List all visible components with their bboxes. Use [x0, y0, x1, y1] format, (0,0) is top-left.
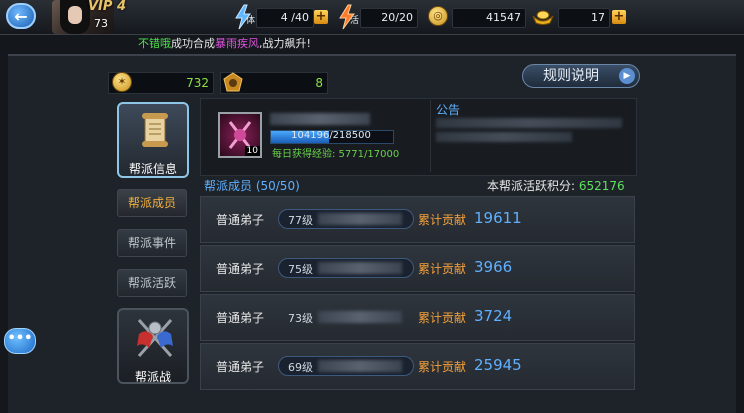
member-level: 69级 [288, 361, 313, 374]
sidebar-members[interactable]: 帮派成员 [117, 189, 187, 217]
member-contrib-value: 3966 [474, 258, 513, 276]
vitality-value: 20/20 [381, 11, 413, 24]
member-contrib-label: 累计贡献 [418, 262, 467, 276]
vip-badge: VIP 4 [88, 0, 126, 14]
guild-exp-text: 104196/218500 [291, 130, 371, 141]
ticker-text: 成功合成 [171, 37, 215, 50]
stamina-box: 4 /40 [256, 8, 314, 28]
member-contrib-label: 累计贡献 [418, 360, 467, 374]
gold-plus-button[interactable]: + [612, 10, 626, 24]
gold-value: 17 [591, 11, 605, 24]
play-arrow-icon: ▶ [619, 68, 635, 84]
scroll-icon [142, 113, 168, 147]
member-level: 77级 [288, 214, 313, 227]
back-arrow-icon[interactable]: ← [6, 3, 36, 29]
player-level: 73 [94, 17, 108, 30]
member-contrib-label: 累计贡献 [418, 213, 467, 227]
member-role: 普通弟子 [216, 262, 265, 276]
rules-label: 规则说明 [543, 68, 599, 84]
guild-activity-score: 本帮派活跃积分: 652176 [487, 177, 625, 194]
sidebar-guild-info-label: 帮派信息 [128, 162, 177, 176]
stamina-plus-button[interactable]: + [314, 10, 328, 24]
gold-box: 17 [558, 8, 610, 28]
member-name-blurred [318, 213, 402, 225]
ticker-item: 暴雨疾风 [215, 37, 259, 50]
ticker-tail: ,战力飙升! [259, 37, 311, 50]
sidebar-guild-war[interactable]: 帮派战 [117, 308, 189, 384]
guild-emblem[interactable]: 10 [218, 112, 262, 158]
sidebar-guild-info[interactable]: 帮派信息 [117, 102, 189, 178]
notice-divider [430, 100, 431, 172]
guild-name-blurred [270, 113, 370, 125]
vitality-label: 活 [350, 16, 360, 26]
sidebar-events[interactable]: 帮派事件 [117, 229, 187, 257]
sidebar-activity[interactable]: 帮派活跃 [117, 269, 187, 297]
daily-exp-text: 每日获得经验: 5771/17000 [272, 149, 400, 160]
member-contrib-value: 19611 [474, 209, 522, 227]
members-count: 帮派成员 (50/50) [204, 179, 300, 193]
guild-coin-icon: ✶ [112, 72, 132, 92]
ticker-message: 不错哦成功合成暴雨疾风,战力飙升! [138, 35, 311, 51]
copper-coin-icon: ◎ [428, 6, 448, 26]
coins-value: 41547 [486, 11, 521, 24]
member-name-blurred [318, 311, 402, 323]
member-name-blurred [318, 360, 402, 372]
ticker-player: 不错哦 [138, 37, 171, 50]
member-role: 普通弟子 [216, 213, 265, 227]
vitality-box: 20/20 [360, 8, 418, 28]
stamina-value: 4 /40 [280, 11, 309, 24]
notice-text-blurred-2 [436, 132, 572, 142]
member-name-blurred [318, 262, 402, 274]
gold-ingot-icon [532, 10, 554, 25]
member-role: 普通弟子 [216, 311, 265, 325]
notice-title: 公告 [436, 103, 461, 117]
score-value: 652176 [578, 179, 625, 193]
rules-button[interactable]: 规则说明 ▶ [522, 64, 640, 88]
stamina-label: 体 [246, 16, 256, 26]
member-level: 73级 [288, 312, 313, 325]
member-role: 普通弟子 [216, 360, 265, 374]
coins-box: 41547 [452, 8, 526, 28]
notice-text-blurred-1 [436, 118, 622, 128]
member-level: 75级 [288, 263, 313, 276]
score-label: 本帮派活跃积分: [487, 179, 576, 193]
guild-rank-icon [223, 72, 243, 92]
member-contrib-label: 累计贡献 [418, 311, 467, 325]
member-contrib-value: 3724 [474, 307, 513, 325]
sidebar-guild-war-label: 帮派战 [134, 370, 171, 384]
crossed-banners-icon [137, 319, 173, 357]
emblem-level: 10 [244, 146, 260, 156]
member-contrib-value: 25945 [474, 356, 522, 374]
chat-bubble-icon[interactable]: ••• [4, 328, 36, 354]
